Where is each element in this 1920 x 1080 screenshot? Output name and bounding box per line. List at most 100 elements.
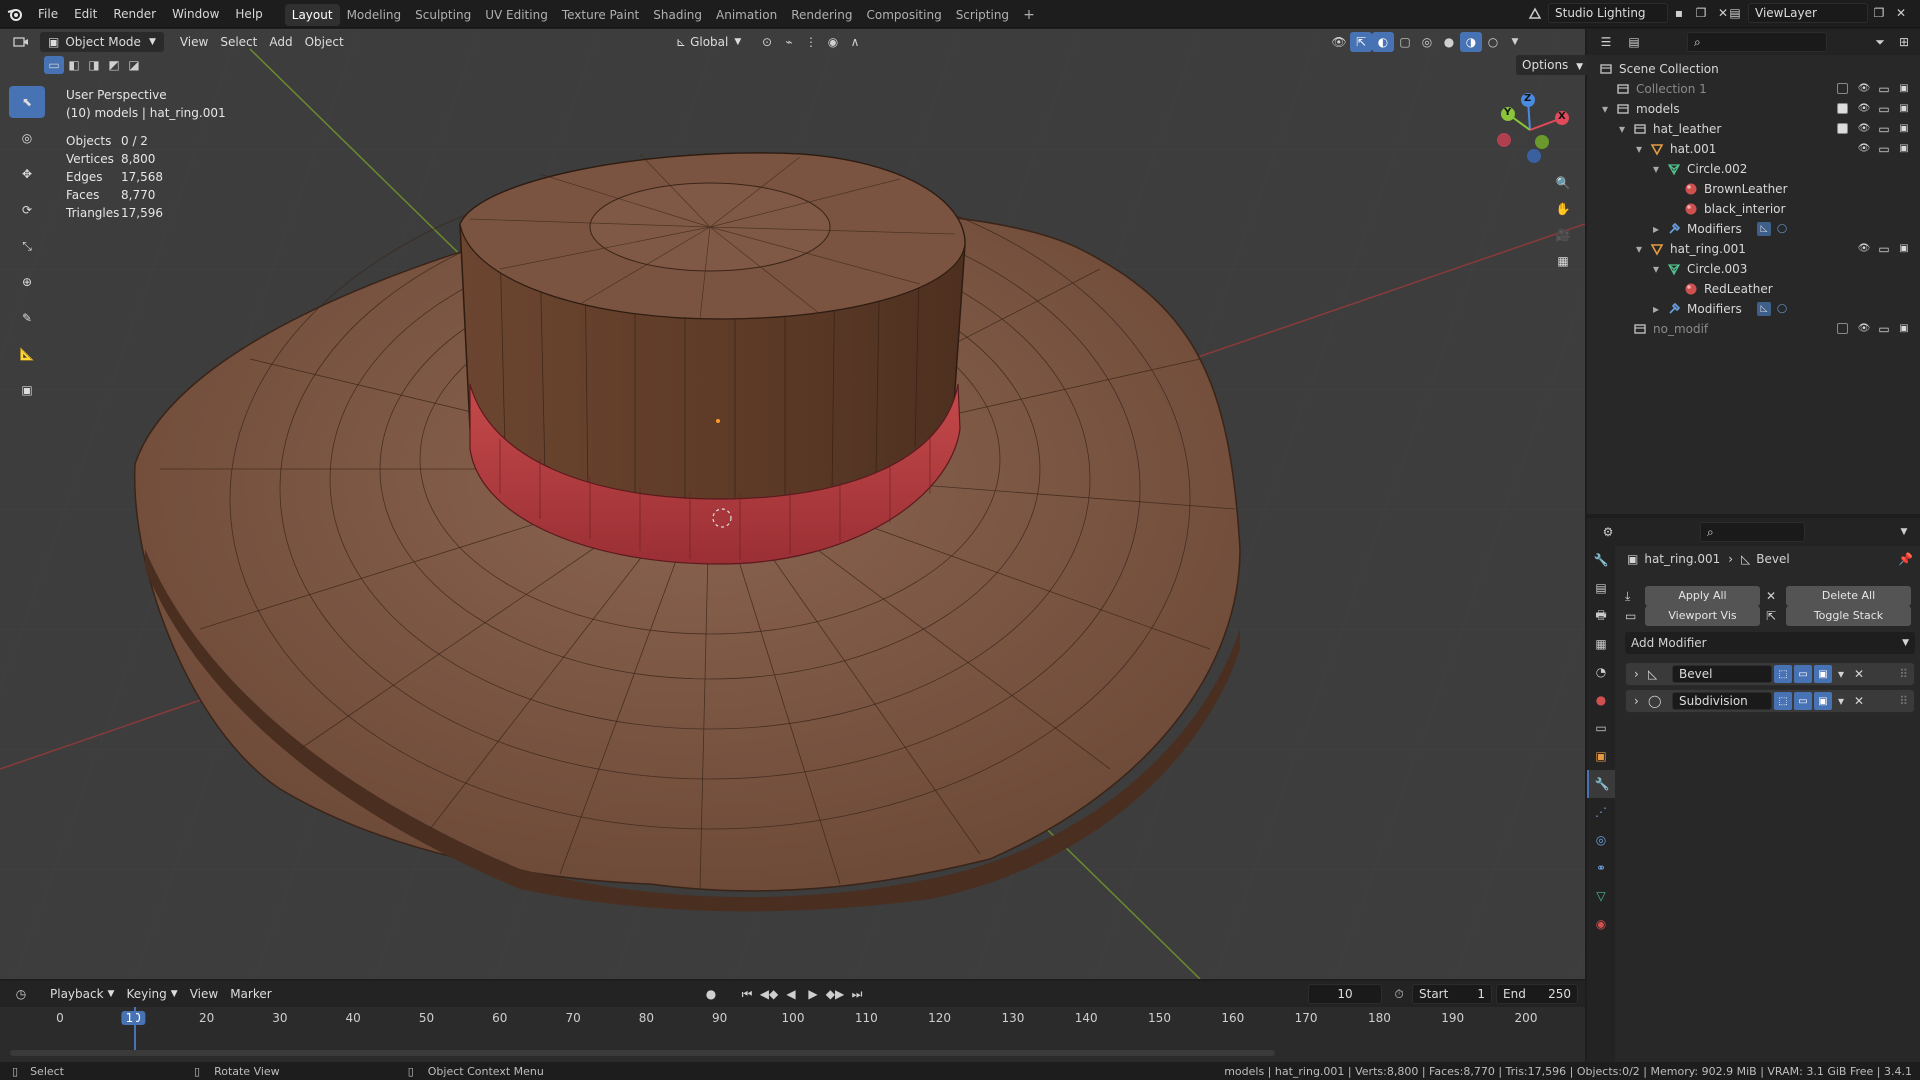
monitor-icon[interactable]: ▭	[1877, 142, 1891, 156]
stopwatch-icon[interactable]: ⏱	[1388, 984, 1410, 1004]
display-mode-icon[interactable]: ▤	[1623, 32, 1645, 52]
properties-search-input[interactable]: ⌕	[1700, 522, 1805, 542]
editor-type-icon[interactable]	[10, 32, 32, 52]
eye-icon[interactable]: 👁	[1857, 242, 1871, 256]
play-icon[interactable]: ▶	[802, 984, 824, 1004]
render-tab[interactable]: ▤	[1587, 574, 1615, 602]
pin-icon[interactable]: 📌	[1898, 552, 1913, 566]
add-modifier-dropdown[interactable]: Add Modifier ▼	[1625, 632, 1915, 654]
eye-icon[interactable]: 👁	[1857, 322, 1871, 336]
particles-tab[interactable]: ⋰	[1587, 798, 1615, 826]
transform-tool[interactable]: ⊕	[9, 266, 45, 298]
timeline-scrollbar[interactable]	[10, 1050, 1275, 1056]
view-layer-icon[interactable]: ▤	[1724, 3, 1746, 23]
camera-icon[interactable]: ▣	[1897, 142, 1911, 156]
perspective-grid-icon[interactable]: ▦	[1550, 248, 1576, 274]
measure-tool[interactable]: 📐	[9, 338, 45, 370]
menu-help[interactable]: Help	[227, 0, 270, 28]
rendered-shading-icon[interactable]: ○	[1482, 32, 1504, 52]
chevron-down-icon[interactable]: ▾	[1602, 99, 1608, 119]
view-layer-tab[interactable]: ▦	[1587, 630, 1615, 658]
next-keyframe-icon[interactable]: ◆▶	[824, 984, 846, 1004]
viewport-menu-view[interactable]: View	[174, 32, 214, 52]
properties-editor-icon[interactable]: ⚙	[1597, 522, 1619, 542]
timeline-menu-marker[interactable]: Marker	[224, 984, 277, 1004]
timeline-ruler[interactable]: 0102030405060708090100110120130140150160…	[0, 1007, 1585, 1031]
select-subtract-icon[interactable]: ◨	[84, 56, 104, 74]
scene-icon[interactable]	[1524, 3, 1546, 23]
render-toggle-icon[interactable]: ▣	[1814, 665, 1832, 683]
filter-icon[interactable]: ⏷	[1869, 32, 1891, 52]
timeline-menu-view[interactable]: View	[184, 984, 224, 1004]
navigation-gizmo[interactable]: Z Y X	[1490, 90, 1570, 170]
menu-render[interactable]: Render	[105, 0, 164, 28]
viewport-menu-add[interactable]: Add	[263, 32, 298, 52]
zoom-icon[interactable]: 🔍	[1550, 170, 1576, 196]
workspace-tab-animation[interactable]: Animation	[709, 4, 784, 26]
include-checkbox[interactable]	[1837, 83, 1848, 94]
workspace-tab-scripting[interactable]: Scripting	[949, 4, 1016, 26]
pin-icon[interactable]: ▪	[1668, 3, 1690, 23]
falloff-icon[interactable]: ∧	[844, 32, 866, 52]
tool-tab[interactable]: 🔧	[1587, 546, 1615, 574]
viewport-menu-object[interactable]: Object	[299, 32, 350, 52]
monitor-icon[interactable]: ▭	[1877, 242, 1891, 256]
move-tool[interactable]: ✥	[9, 158, 45, 190]
workspace-tab-uv-editing[interactable]: UV Editing	[478, 4, 555, 26]
overlay-toggle-icon[interactable]: ◐	[1372, 32, 1394, 52]
chevron-right-icon[interactable]: ›	[1634, 667, 1648, 681]
menu-edit[interactable]: Edit	[66, 0, 105, 28]
play-reverse-icon[interactable]: ◀	[780, 984, 802, 1004]
select-box-tool[interactable]: ⬉	[9, 86, 45, 118]
chevron-right-icon[interactable]: ›	[1634, 694, 1648, 708]
shading-dropdown-icon[interactable]: ▼	[1504, 32, 1526, 52]
clock-icon[interactable]: ◷	[10, 984, 32, 1004]
new-view-layer-icon[interactable]: ❐	[1868, 3, 1890, 23]
snap-target-icon[interactable]: ⋮	[800, 32, 822, 52]
object-mode-dropdown[interactable]: ▣ Object Mode ▼	[40, 32, 164, 52]
gizmo-toggle-icon[interactable]: ⇱	[1350, 32, 1372, 52]
material-tab[interactable]: ◉	[1587, 910, 1615, 938]
modifier-name-field[interactable]: Bevel	[1672, 665, 1772, 683]
monitor-icon[interactable]: ▭	[1877, 122, 1891, 136]
monitor-icon[interactable]: ▭	[1877, 102, 1891, 116]
world-tab[interactable]: ●	[1587, 686, 1615, 714]
constraints-tab[interactable]: ⚭	[1587, 854, 1615, 882]
jump-start-icon[interactable]: ⏮	[736, 984, 758, 1004]
outliner-row-modifiers[interactable]: ▸ Modifiers ◺ ◯	[1587, 219, 1920, 239]
remove-modifier-icon[interactable]: ✕	[1854, 667, 1864, 681]
visibility-icon[interactable]: 👁	[1328, 32, 1350, 52]
select-extend-icon[interactable]: ◧	[64, 56, 84, 74]
select-invert-icon[interactable]: ◩	[104, 56, 124, 74]
workspace-tab-texture-paint[interactable]: Texture Paint	[555, 4, 646, 26]
workspace-tab-sculpting[interactable]: Sculpting	[408, 4, 478, 26]
output-tab[interactable]: 🖶	[1587, 602, 1615, 630]
camera-icon[interactable]: ▣	[1897, 82, 1911, 96]
remove-modifier-icon[interactable]: ✕	[1854, 694, 1864, 708]
outliner-row-brownleather[interactable]: BrownLeather	[1587, 179, 1920, 199]
pivot-icon[interactable]: ⊙	[756, 32, 778, 52]
outliner-row-scene-collection[interactable]: Scene Collection	[1587, 59, 1920, 79]
chevron-down-icon[interactable]: ▾	[1653, 259, 1659, 279]
workspace-tab-compositing[interactable]: Compositing	[859, 4, 948, 26]
scale-tool[interactable]: ⤡	[9, 230, 45, 262]
chevron-down-icon[interactable]: ▼	[1893, 522, 1915, 542]
outliner-row-collection-1[interactable]: Collection 1 👁 ▭ ▣	[1587, 79, 1920, 99]
viewport-toggle-icon[interactable]: ▭	[1794, 665, 1812, 683]
apply-all-button[interactable]: Apply All	[1645, 586, 1760, 606]
jump-end-icon[interactable]: ⏭	[846, 984, 868, 1004]
delete-view-layer-icon[interactable]: ✕	[1890, 3, 1912, 23]
record-icon[interactable]: ●	[700, 984, 722, 1004]
view-layer-field[interactable]: ViewLayer	[1748, 3, 1868, 23]
modifier-tab[interactable]: 🔧	[1587, 770, 1615, 798]
physics-tab[interactable]: ◎	[1587, 826, 1615, 854]
outliner-row-no-modif[interactable]: no_modif 👁 ▭ ▣	[1587, 319, 1920, 339]
edit-mode-toggle-icon[interactable]: ⬚	[1774, 692, 1792, 710]
wireframe-shading-icon[interactable]: ◎	[1416, 32, 1438, 52]
menu-window[interactable]: Window	[164, 0, 227, 28]
outliner-row-circle-002[interactable]: ▾ Circle.002	[1587, 159, 1920, 179]
timeline-menu-playback[interactable]: Playback ▼	[44, 984, 120, 1004]
chevron-right-icon[interactable]: ▸	[1653, 299, 1659, 319]
chevron-down-icon[interactable]: ▾	[1636, 139, 1642, 159]
add-cube-tool[interactable]: ▣	[9, 374, 45, 406]
